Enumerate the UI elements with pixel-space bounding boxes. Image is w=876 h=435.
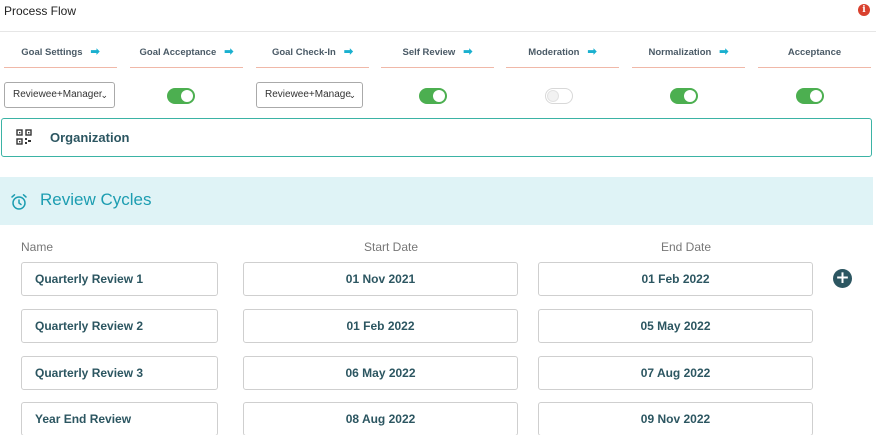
select-value: Reviewee+Manager [13, 89, 103, 100]
toggle-knob [181, 90, 193, 102]
alarm-clock-icon [11, 194, 27, 210]
start-date-field[interactable]: 01 Nov 2021 [243, 262, 518, 296]
start-date-field[interactable]: 01 Feb 2022 [243, 309, 518, 343]
arrow-right-icon: ➡ [224, 46, 234, 58]
self-review-toggle[interactable] [419, 88, 447, 104]
step-label: Self Review [402, 47, 456, 58]
arrow-right-icon: ➡ [463, 46, 473, 58]
normalization-toggle[interactable] [670, 88, 698, 104]
step-label: Acceptance [787, 47, 842, 58]
arrow-right-icon: ➡ [343, 46, 354, 58]
step-label: Goal Settings [21, 47, 83, 58]
select-value: Reviewee+Manage [265, 89, 351, 100]
end-date-field[interactable]: 07 Aug 2022 [538, 356, 813, 390]
goal-check-in-select[interactable]: Reviewee+Manage ⌄ [256, 82, 363, 108]
step-self-review[interactable]: Self Review ➡ [381, 44, 494, 68]
step-moderation[interactable]: Moderation ➡ [506, 44, 619, 68]
review-cycles-header: Review Cycles [0, 177, 873, 225]
step-acceptance[interactable]: Acceptance [758, 44, 871, 68]
column-header-name: Name [21, 240, 54, 254]
page-title: Process Flow [4, 4, 77, 18]
step-goal-settings[interactable]: Goal Settings ➡ [4, 44, 117, 68]
step-label: Goal Check-In [271, 47, 336, 58]
start-date-field[interactable]: 08 Aug 2022 [243, 402, 518, 435]
step-label: Goal Acceptance [139, 47, 217, 58]
arrow-right-icon: ➡ [587, 46, 597, 58]
step-goal-acceptance[interactable]: Goal Acceptance ➡ [130, 44, 243, 68]
organization-label: Organization [50, 130, 130, 145]
toggle-knob [684, 90, 696, 102]
cycle-name-field[interactable]: Quarterly Review 1 [21, 262, 218, 296]
step-goal-check-in[interactable]: Goal Check-In ➡ [256, 44, 369, 68]
step-controls: Reviewee+Manager ⌄ Reviewee+Manage ⌄ [0, 82, 876, 108]
arrow-right-icon: ➡ [90, 46, 100, 58]
add-cycle-button[interactable]: + [833, 269, 852, 288]
acceptance-toggle[interactable] [796, 88, 824, 104]
step-label: Moderation [528, 47, 580, 58]
toggle-knob [547, 90, 559, 102]
toggle-knob [433, 90, 445, 102]
review-cycles-title: Review Cycles [40, 190, 152, 209]
cycle-name-field[interactable]: Quarterly Review 2 [21, 309, 218, 343]
end-date-field[interactable]: 05 May 2022 [538, 309, 813, 343]
column-header-start-date: Start Date [364, 240, 419, 254]
chevron-down-icon: ⌄ [348, 90, 356, 100]
column-header-end-date: End Date [661, 240, 712, 254]
chevron-down-icon: ⌄ [100, 90, 108, 100]
process-steps: Goal Settings ➡ Goal Acceptance ➡ Goal Che… [0, 44, 876, 70]
moderation-toggle[interactable] [545, 88, 573, 104]
toggle-knob [810, 90, 822, 102]
start-date-field[interactable]: 06 May 2022 [243, 356, 518, 390]
organization-panel[interactable]: Organization [1, 118, 872, 157]
info-icon[interactable]: i [858, 4, 870, 16]
goal-acceptance-toggle[interactable] [167, 88, 195, 104]
goal-settings-select[interactable]: Reviewee+Manager ⌄ [4, 82, 115, 108]
step-label: Normalization [648, 47, 712, 58]
qr-code-icon [16, 129, 32, 145]
arrow-right-icon: ➡ [719, 46, 729, 58]
step-normalization[interactable]: Normalization ➡ [632, 44, 745, 68]
process-flow-header: Process Flow i [0, 0, 876, 32]
cycle-name-field[interactable]: Year End Review [21, 402, 218, 435]
end-date-field[interactable]: 01 Feb 2022 [538, 262, 813, 296]
cycle-name-field[interactable]: Quarterly Review 3 [21, 356, 218, 390]
end-date-field[interactable]: 09 Nov 2022 [538, 402, 813, 435]
